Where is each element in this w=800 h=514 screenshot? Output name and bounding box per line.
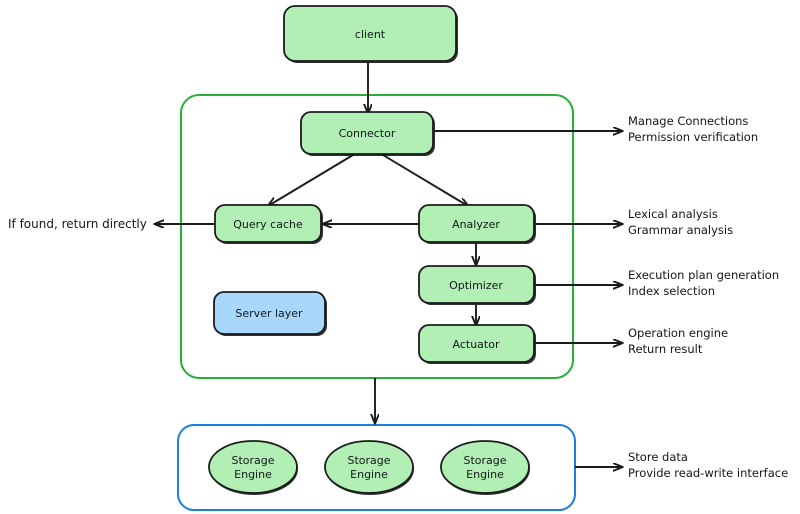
node-server-layer[interactable]: Server layer bbox=[213, 291, 327, 336]
node-query-cache-label: Query cache bbox=[233, 218, 303, 231]
node-server-layer-label: Server layer bbox=[235, 307, 303, 320]
annotation-storage-line2: Provide read-write interface bbox=[628, 466, 788, 480]
storage-engine-label-line2: Engine bbox=[350, 468, 388, 481]
diagram-canvas: client Connector Query cache Analyzer Op… bbox=[0, 0, 800, 514]
annotation-analyzer-line1: Lexical analysis bbox=[628, 207, 718, 221]
annotation-actuator-line1: Operation engine bbox=[628, 326, 728, 340]
node-client[interactable]: client bbox=[283, 5, 458, 63]
annotation-actuator-line2: Return result bbox=[628, 342, 703, 356]
annotation-optimizer-line2: Index selection bbox=[628, 284, 715, 298]
annotation-connector-line2: Permission verification bbox=[628, 130, 758, 144]
annotation-connector-line1: Manage Connections bbox=[628, 114, 748, 128]
node-client-label: client bbox=[355, 28, 386, 41]
node-analyzer[interactable]: Analyzer bbox=[418, 204, 536, 244]
node-connector-label: Connector bbox=[339, 127, 396, 140]
annotation-connector: Manage Connections Permission verificati… bbox=[628, 114, 758, 144]
annotation-optimizer: Execution plan generation Index selectio… bbox=[628, 268, 779, 298]
node-connector[interactable]: Connector bbox=[300, 111, 435, 156]
annotation-storage: Store data Provide read-write interface bbox=[628, 450, 788, 480]
node-optimizer[interactable]: Optimizer bbox=[418, 265, 536, 305]
query-cache-return-label: If found, return directly bbox=[8, 217, 147, 231]
node-storage-engine-3[interactable]: Storage Engine bbox=[440, 440, 530, 495]
storage-engine-label-line1: Storage bbox=[231, 454, 274, 467]
annotation-optimizer-line1: Execution plan generation bbox=[628, 268, 779, 282]
annotation-analyzer: Lexical analysis Grammar analysis bbox=[628, 207, 733, 237]
storage-engine-label-line2: Engine bbox=[466, 468, 504, 481]
annotation-actuator: Operation engine Return result bbox=[628, 326, 728, 356]
node-storage-engine-1[interactable]: Storage Engine bbox=[208, 440, 298, 495]
annotation-analyzer-line2: Grammar analysis bbox=[628, 223, 733, 237]
label-if-found-return-directly: If found, return directly bbox=[8, 217, 147, 231]
node-analyzer-label: Analyzer bbox=[452, 218, 500, 231]
storage-engine-label-line2: Engine bbox=[234, 468, 272, 481]
node-actuator-label: Actuator bbox=[453, 338, 500, 351]
storage-engine-label-line1: Storage bbox=[463, 454, 506, 467]
node-actuator[interactable]: Actuator bbox=[418, 324, 536, 364]
node-query-cache[interactable]: Query cache bbox=[214, 204, 323, 244]
storage-engine-label-line1: Storage bbox=[347, 454, 390, 467]
edge-connector-to-analyzer bbox=[377, 151, 468, 206]
node-optimizer-label: Optimizer bbox=[449, 279, 503, 292]
diagram-svg: client Connector Query cache Analyzer Op… bbox=[8, 5, 788, 511]
annotation-storage-line1: Store data bbox=[628, 450, 688, 464]
edge-connector-to-query-cache bbox=[268, 151, 359, 206]
node-storage-engine-2[interactable]: Storage Engine bbox=[324, 440, 414, 495]
